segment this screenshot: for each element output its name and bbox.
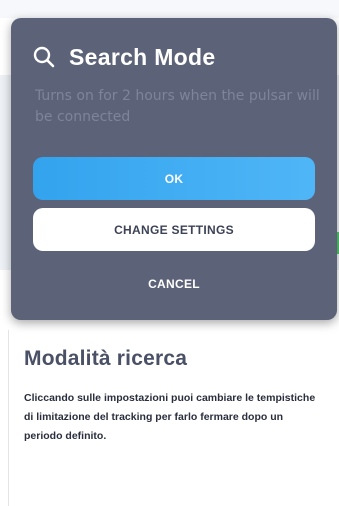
background-top-bar xyxy=(0,0,339,18)
background-divider xyxy=(8,330,9,506)
page-heading: Modalità ricerca xyxy=(24,347,188,370)
search-mode-dialog: Search Mode Turns on for 2 hours when th… xyxy=(11,18,337,320)
page-description: Cliccando sulle impostazioni puoi cambia… xyxy=(24,392,316,442)
cancel-button[interactable]: CANCEL xyxy=(33,262,315,305)
dialog-message: Turns on for 2 hours when the pulsar wil… xyxy=(35,88,320,125)
dialog-title: Search Mode xyxy=(69,43,216,70)
dialog-header: Search Mode xyxy=(33,40,215,74)
search-icon xyxy=(33,46,55,68)
ok-button[interactable]: OK xyxy=(33,157,315,200)
change-settings-button[interactable]: CHANGE SETTINGS xyxy=(33,208,315,251)
